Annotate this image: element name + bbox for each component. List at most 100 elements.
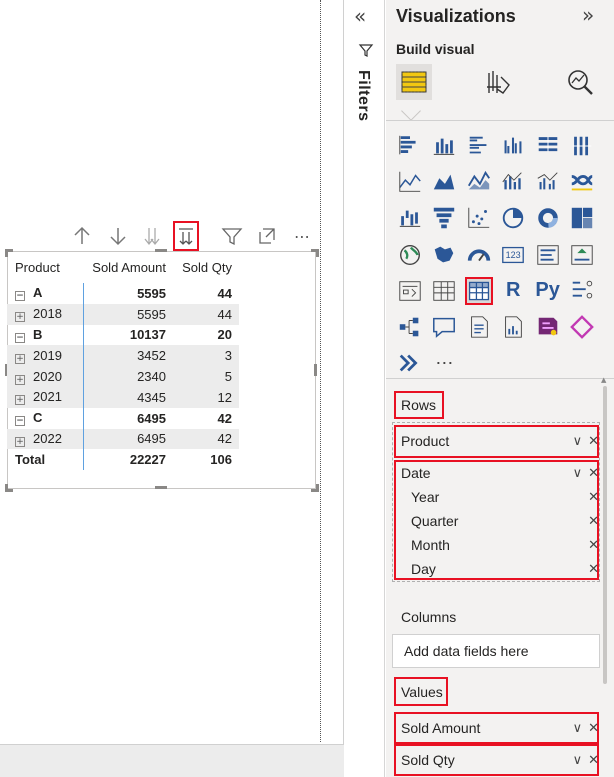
- remove-field-icon[interactable]: ✕: [588, 489, 599, 505]
- matrix-icon[interactable]: [464, 276, 493, 305]
- chevron-down-icon[interactable]: ∨: [573, 433, 583, 449]
- matrix-child-row[interactable]: +2021 4345 12: [7, 386, 239, 408]
- field-pill-product[interactable]: Product ∨ ✕: [396, 430, 599, 452]
- field-pill-date[interactable]: Date ∨ ✕: [396, 462, 599, 484]
- python-visual-icon[interactable]: Py: [534, 277, 562, 305]
- remove-field-icon[interactable]: ✕: [588, 752, 599, 768]
- stacked-column-chart-icon[interactable]: [430, 132, 458, 160]
- resize-handle[interactable]: [314, 364, 317, 376]
- resize-handle[interactable]: [311, 484, 319, 492]
- stacked-bar-chart-icon[interactable]: [396, 132, 424, 160]
- expand-icon[interactable]: +: [15, 353, 25, 364]
- drill-up-icon[interactable]: [70, 222, 94, 250]
- scatter-chart-icon[interactable]: [465, 204, 493, 232]
- field-name: Year: [411, 489, 440, 505]
- gauge-icon[interactable]: [465, 241, 493, 269]
- filled-map-icon[interactable]: [430, 241, 458, 269]
- matrix-child-row[interactable]: +2020 2340 5: [7, 366, 239, 387]
- more-options-icon[interactable]: ⋯: [290, 222, 314, 250]
- remove-field-icon[interactable]: ✕: [588, 513, 599, 529]
- field-pill-month[interactable]: Month ✕: [396, 534, 599, 556]
- chevron-down-icon[interactable]: ∨: [573, 465, 583, 481]
- clustered-column-chart-icon[interactable]: [499, 132, 527, 160]
- row-label: 2020: [33, 368, 62, 384]
- matrix-group-row[interactable]: − B 10137 20: [7, 324, 239, 346]
- field-pill-sold-qty[interactable]: Sold Qty ∨ ✕: [396, 749, 599, 771]
- format-visual-tab-icon[interactable]: [480, 64, 516, 100]
- expand-pane-icon[interactable]: »: [582, 3, 594, 27]
- expand-icon[interactable]: +: [15, 436, 25, 447]
- funnel-chart-icon[interactable]: [430, 204, 458, 232]
- field-pill-year[interactable]: Year ✕: [396, 486, 599, 508]
- 100-stacked-column-chart-icon[interactable]: [568, 132, 596, 160]
- collapse-icon[interactable]: −: [15, 291, 25, 302]
- drill-down-icon[interactable]: [106, 222, 130, 250]
- more-visuals-icon[interactable]: ⋯: [430, 349, 458, 377]
- clustered-bar-chart-icon[interactable]: [465, 132, 493, 160]
- area-chart-icon[interactable]: [430, 168, 458, 196]
- matrix-group-row[interactable]: − C 6495 42: [7, 407, 239, 429]
- decomposition-tree-icon[interactable]: [396, 313, 424, 341]
- collapse-icon[interactable]: −: [15, 416, 25, 427]
- kpi-icon[interactable]: [568, 241, 596, 269]
- power-apps-icon[interactable]: [534, 313, 562, 341]
- matrix-child-row[interactable]: +2022 6495 42: [7, 428, 239, 450]
- expand-icon[interactable]: +: [15, 374, 25, 385]
- stacked-area-chart-icon[interactable]: [465, 168, 493, 196]
- matrix-child-row[interactable]: +2018 5595 44: [7, 303, 239, 325]
- matrix-group-row[interactable]: − A 5595 44: [7, 283, 239, 304]
- line-and-clustered-column-icon[interactable]: [534, 168, 562, 196]
- line-chart-icon[interactable]: [396, 168, 424, 196]
- filter-icon[interactable]: [220, 222, 244, 250]
- analytics-tab-icon[interactable]: [562, 64, 598, 100]
- resize-handle[interactable]: [155, 486, 167, 489]
- column-header-product[interactable]: Product: [7, 251, 83, 283]
- remove-field-icon[interactable]: ✕: [588, 720, 599, 736]
- resize-handle[interactable]: [5, 484, 13, 492]
- chevron-down-icon[interactable]: ∨: [573, 720, 583, 736]
- field-pill-day[interactable]: Day ✕: [396, 558, 599, 580]
- line-and-stacked-column-icon[interactable]: [499, 168, 527, 196]
- map-icon[interactable]: [396, 241, 424, 269]
- resize-handle[interactable]: [311, 249, 319, 257]
- chevron-down-icon[interactable]: ∨: [573, 752, 583, 768]
- filters-label[interactable]: Filters: [354, 70, 372, 122]
- table-icon[interactable]: [430, 277, 458, 305]
- donut-chart-icon[interactable]: [534, 204, 562, 232]
- rows-well-label: Rows: [401, 397, 437, 413]
- card-icon[interactable]: 123: [499, 241, 527, 269]
- slicer-icon[interactable]: [396, 277, 424, 305]
- r-script-visual-icon[interactable]: R: [499, 277, 527, 305]
- scroll-up-icon[interactable]: ▲: [601, 376, 606, 384]
- remove-field-icon[interactable]: ✕: [588, 465, 599, 481]
- column-header-sold-qty[interactable]: Sold Qty: [172, 251, 239, 283]
- 100-stacked-bar-chart-icon[interactable]: [534, 132, 562, 160]
- column-header-sold-amount[interactable]: Sold Amount: [83, 251, 172, 283]
- ribbon-chart-icon[interactable]: [568, 168, 596, 196]
- paginated-report-icon[interactable]: [499, 313, 527, 341]
- build-visual-tab-icon[interactable]: [396, 64, 432, 100]
- collapse-filters-icon[interactable]: «: [354, 4, 366, 28]
- qa-visual-icon[interactable]: [430, 313, 458, 341]
- collapse-icon[interactable]: −: [15, 332, 25, 343]
- expand-icon[interactable]: +: [15, 395, 25, 406]
- remove-field-icon[interactable]: ✕: [588, 433, 599, 449]
- treemap-icon[interactable]: [568, 204, 596, 232]
- expand-icon[interactable]: +: [15, 312, 25, 323]
- next-level-icon[interactable]: [140, 222, 164, 250]
- field-pill-quarter[interactable]: Quarter ✕: [396, 510, 599, 532]
- scrollbar[interactable]: [603, 386, 607, 684]
- key-influencers-icon[interactable]: [568, 277, 596, 305]
- smart-narrative-icon[interactable]: [465, 313, 493, 341]
- remove-field-icon[interactable]: ✕: [588, 561, 599, 577]
- focus-mode-icon[interactable]: [255, 222, 279, 250]
- remove-field-icon[interactable]: ✕: [588, 537, 599, 553]
- waterfall-chart-icon[interactable]: [396, 204, 424, 232]
- get-more-visuals-icon[interactable]: [396, 349, 424, 377]
- pie-chart-icon[interactable]: [499, 204, 527, 232]
- matrix-child-row[interactable]: +2019 3452 3: [7, 345, 239, 367]
- field-pill-sold-amount[interactable]: Sold Amount ∨ ✕: [396, 717, 599, 739]
- power-automate-icon[interactable]: [568, 313, 596, 341]
- cell-sold-qty: 42: [217, 410, 232, 426]
- multi-row-card-icon[interactable]: [534, 241, 562, 269]
